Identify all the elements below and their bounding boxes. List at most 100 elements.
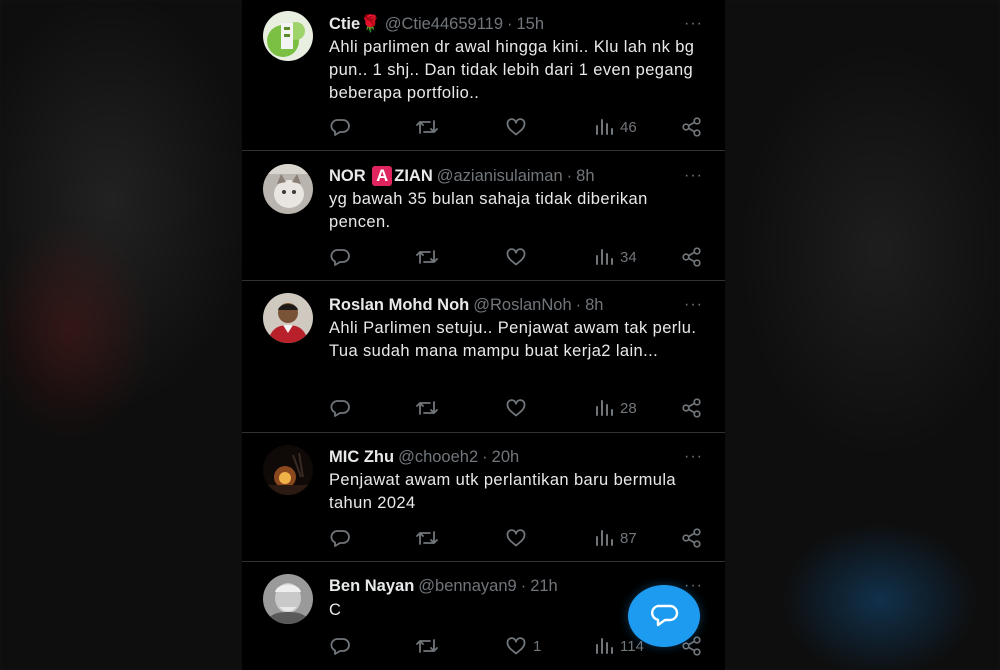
tweet-text: yg bawah 35 bulan sahaja tidak diberikan…	[329, 190, 648, 231]
display-name[interactable]: Ctie	[329, 15, 360, 33]
retweet-icon	[416, 401, 438, 415]
tweet[interactable]: Roslan Mohd Noh @RoslanNoh · 8h ··· Ahli Pa…	[242, 281, 725, 433]
like-count: 1	[533, 637, 542, 655]
action-bar: 46	[329, 116, 705, 138]
views-button[interactable]: 87	[594, 527, 637, 549]
like-icon	[506, 118, 526, 136]
compose-message-button[interactable]	[628, 585, 700, 647]
views-icon	[596, 530, 613, 546]
share-icon	[682, 117, 701, 137]
reply-icon	[330, 530, 350, 547]
views-icon	[596, 119, 613, 135]
tweet-feed[interactable]: Ctie🌹 @Ctie44659119 · 15h ··· Ahli parlimen…	[242, 0, 725, 670]
retweet-button[interactable]	[415, 527, 439, 549]
timestamp[interactable]: 21h	[530, 577, 558, 595]
letter-a-emoji-icon: A	[372, 166, 393, 186]
share-button[interactable]	[681, 116, 703, 138]
share-icon	[682, 528, 701, 548]
timestamp[interactable]: 8h	[576, 167, 594, 185]
user-handle[interactable]: @azianisulaiman	[437, 167, 563, 185]
more-options-icon[interactable]: ···	[684, 294, 703, 316]
retweet-icon	[416, 250, 438, 264]
share-button[interactable]	[681, 397, 703, 419]
view-count: 46	[620, 118, 637, 136]
avatar[interactable]	[263, 11, 313, 61]
tweet[interactable]: Ctie🌹 @Ctie44659119 · 15h ··· Ahli parlimen…	[242, 0, 725, 151]
views-button[interactable]: 34	[594, 246, 637, 268]
retweet-button[interactable]	[415, 397, 439, 419]
reply-button[interactable]	[329, 635, 351, 657]
separator-dot: ·	[575, 296, 582, 314]
views-icon	[596, 400, 613, 416]
views-button[interactable]: 114	[594, 635, 644, 657]
share-button[interactable]	[681, 527, 703, 549]
retweet-icon	[416, 120, 438, 134]
reply-button[interactable]	[329, 246, 351, 268]
reply-icon	[330, 638, 350, 655]
display-name[interactable]: Ben Nayan	[329, 577, 414, 595]
separator-dot: ·	[566, 167, 573, 185]
retweet-button[interactable]	[415, 635, 439, 657]
user-handle[interactable]: @RoslanNoh	[473, 296, 571, 314]
share-button[interactable]	[681, 246, 703, 268]
tweet-header: Roslan Mohd Noh @RoslanNoh · 8h ···	[329, 294, 705, 316]
action-bar: 28	[329, 397, 705, 419]
like-button[interactable]	[505, 397, 533, 419]
retweet-icon	[416, 531, 438, 545]
user-handle[interactable]: @bennayan9	[418, 577, 516, 595]
share-icon	[682, 247, 701, 267]
reply-button[interactable]	[329, 397, 351, 419]
separator-dot: ·	[482, 448, 488, 466]
compose-message-icon	[651, 604, 679, 627]
more-options-icon[interactable]: ···	[684, 165, 703, 187]
display-name[interactable]: MIC Zhu	[329, 448, 394, 466]
retweet-button[interactable]	[415, 246, 439, 268]
timestamp[interactable]: 15h	[517, 15, 545, 33]
tweet[interactable]: NOR A ZIAN @azianisulaiman · 8h ··· yg bawah…	[242, 151, 725, 281]
share-icon	[682, 398, 701, 418]
like-button[interactable]	[505, 116, 533, 138]
tweet-text: Penjawat awam utk perlantikan baru bermu…	[329, 471, 676, 512]
view-count: 28	[620, 399, 637, 417]
tweet-header: NOR A ZIAN @azianisulaiman · 8h ···	[329, 165, 705, 187]
view-count: 87	[620, 529, 637, 547]
tweet-text: Ahli Parlimen setuju.. Penjawat awam tak…	[329, 319, 697, 360]
tweet-header: Ctie🌹 @Ctie44659119 · 15h ···	[329, 13, 705, 35]
user-handle[interactable]: @Ctie44659119	[385, 15, 503, 33]
like-button[interactable]: 1	[505, 635, 541, 657]
avatar[interactable]	[263, 164, 313, 214]
like-icon	[506, 637, 526, 655]
display-name[interactable]: Roslan Mohd Noh	[329, 296, 469, 314]
reply-button[interactable]	[329, 527, 351, 549]
tweet-header: MIC Zhu @chooeh2 · 20h ···	[329, 446, 705, 468]
retweet-icon	[416, 639, 438, 653]
timestamp[interactable]: 8h	[585, 296, 603, 314]
like-icon	[506, 399, 526, 417]
views-button[interactable]: 28	[594, 397, 637, 419]
reply-icon	[330, 249, 350, 266]
timestamp[interactable]: 20h	[492, 448, 520, 466]
user-handle[interactable]: @chooeh2	[398, 448, 478, 466]
views-icon	[596, 249, 613, 265]
action-bar: 34	[329, 246, 705, 268]
tweet[interactable]: MIC Zhu @chooeh2 · 20h ··· Penjawat awam ut…	[242, 433, 725, 562]
reply-button[interactable]	[329, 116, 351, 138]
like-button[interactable]	[505, 527, 533, 549]
retweet-button[interactable]	[415, 116, 439, 138]
more-options-icon[interactable]: ···	[684, 13, 703, 35]
view-count: 34	[620, 248, 637, 266]
like-icon	[506, 248, 526, 266]
avatar[interactable]	[263, 445, 313, 495]
tweet-text: Ahli parlimen dr awal hingga kini.. Klu …	[329, 38, 695, 102]
views-button[interactable]: 46	[594, 116, 637, 138]
like-icon	[506, 529, 526, 547]
more-options-icon[interactable]: ···	[684, 446, 703, 468]
reply-icon	[330, 400, 350, 417]
avatar[interactable]	[263, 574, 313, 624]
action-bar: 87	[329, 527, 705, 549]
avatar[interactable]	[263, 293, 313, 343]
views-icon	[596, 638, 613, 654]
like-button[interactable]	[505, 246, 533, 268]
display-name[interactable]: NOR A ZIAN	[329, 166, 433, 186]
separator-dot: ·	[507, 15, 513, 33]
